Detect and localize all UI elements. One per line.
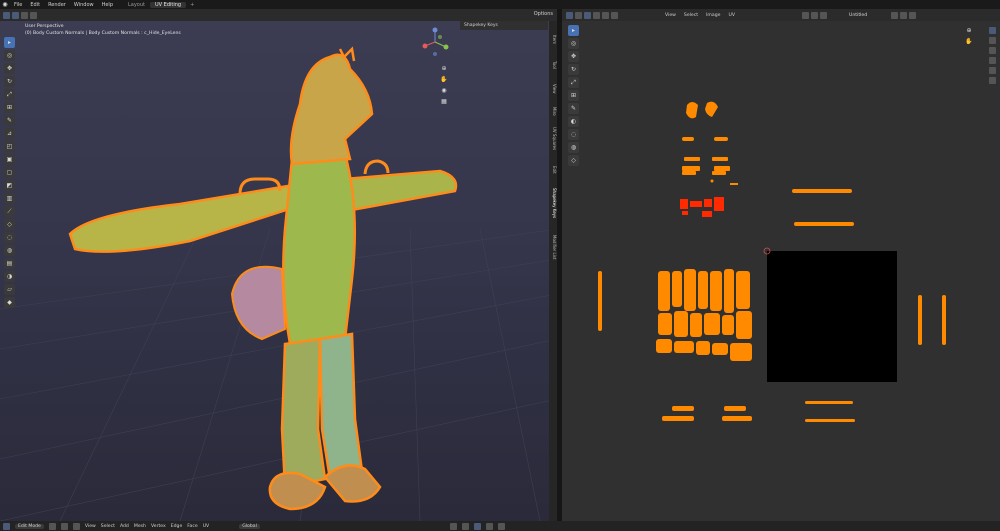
blender-logo-icon[interactable]: ◉: [0, 1, 10, 8]
knife-tool-icon[interactable]: ⟋: [4, 206, 15, 217]
navigation-gizmo[interactable]: [420, 27, 450, 57]
menu-bottom-select[interactable]: Select: [101, 524, 115, 529]
uv-canvas: [598, 101, 946, 422]
tab-layout[interactable]: Layout: [123, 2, 150, 8]
sidebar-tab-uv-squares[interactable]: UV Squares: [549, 121, 557, 157]
bevel-tool-icon[interactable]: ◩: [4, 180, 15, 191]
mode-dropdown[interactable]: Edit Mode: [15, 523, 44, 529]
tab-uv-editing[interactable]: UV Editing: [150, 1, 187, 8]
mesh-vertex-select-icon[interactable]: [48, 522, 56, 530]
uv-islands-body: [656, 269, 752, 361]
sidebar-tab-view[interactable]: View: [549, 79, 557, 99]
smooth-tool-icon[interactable]: ◍: [4, 245, 15, 256]
mesh-face-select-icon[interactable]: [72, 522, 80, 530]
3d-viewport[interactable]: Options Shapekey Keys User Perspective (…: [0, 9, 557, 521]
menu-edit[interactable]: Edit: [26, 2, 44, 8]
shear-tool-icon[interactable]: ▱: [4, 284, 15, 295]
sidebar-tab-tool[interactable]: Tool: [549, 55, 557, 75]
rip-tool-icon[interactable]: ◆: [4, 297, 15, 308]
scale-tool-icon[interactable]: ⤢: [4, 89, 15, 100]
sidebar-tab-item[interactable]: Item: [549, 29, 557, 51]
move-tool-icon[interactable]: ✥: [4, 63, 15, 74]
uv-editor[interactable]: View Select Image UV Untitled ▸ ◎ ✥ ↻ ⤢ …: [562, 9, 1000, 521]
menu-bottom-uv[interactable]: UV: [203, 524, 210, 529]
spin-tool-icon[interactable]: ◌: [4, 232, 15, 243]
cursor-tool-icon[interactable]: ◎: [4, 50, 15, 61]
xray-icon[interactable]: [461, 522, 469, 530]
extrude-tool-icon[interactable]: ▣: [4, 154, 15, 165]
shrink-tool-icon[interactable]: ◑: [4, 271, 15, 282]
shading-material-icon[interactable]: [485, 522, 493, 530]
rotate-tool-icon[interactable]: ↻: [4, 76, 15, 87]
uv-islands-feet: [662, 401, 855, 422]
orientation-dropdown[interactable]: Global: [239, 523, 260, 529]
inset-tool-icon[interactable]: ▢: [4, 167, 15, 178]
editor-mode-icon[interactable]: [3, 522, 10, 530]
grid-toggle-icon[interactable]: ▦: [440, 98, 448, 106]
menu-bottom-add[interactable]: Add: [120, 524, 129, 529]
pan-hand-icon[interactable]: ✋: [440, 76, 448, 84]
viewport-scene: [0, 46, 557, 521]
character-mesh: [68, 46, 458, 511]
sidebar-tab-modifier-list[interactable]: Modifier List: [549, 227, 557, 267]
viewport-toolbar: ▸ ◎ ✥ ↻ ⤢ ⊞ ✎ ⊿ ◰ ▣ ▢ ◩ ▥ ⟋ ◇ ◌ ◍ ▤ ◑ ▱ …: [4, 37, 16, 308]
select-tool-icon[interactable]: ▸: [4, 37, 15, 48]
top-menubar: ◉ File Edit Render Window Help Layout UV…: [0, 0, 1000, 9]
uv-image-area: [767, 251, 897, 382]
viewport-sidebar-tabs: Item Tool View Miro UV Squares Edit Shap…: [549, 21, 557, 521]
sidebar-tab-shapekey-keys[interactable]: Shapekey Keys: [549, 183, 557, 223]
camera-icon[interactable]: ◉: [440, 87, 448, 95]
menu-render[interactable]: Render: [44, 2, 70, 8]
menu-bottom-view[interactable]: View: [85, 524, 96, 529]
viewport-nav-buttons: ⊕ ✋ ◉ ▦: [440, 65, 448, 106]
menu-bottom-vertex[interactable]: Vertex: [151, 524, 166, 529]
sidebar-tab-edit[interactable]: Edit: [549, 161, 557, 179]
shading-solid-icon[interactable]: [473, 522, 481, 530]
menu-bottom-edge[interactable]: Edge: [171, 524, 183, 529]
annotate-tool-icon[interactable]: ✎: [4, 115, 15, 126]
edge-slide-tool-icon[interactable]: ▤: [4, 258, 15, 269]
menu-file[interactable]: File: [10, 2, 26, 8]
add-workspace-button[interactable]: +: [186, 2, 198, 8]
poly-build-tool-icon[interactable]: ◇: [4, 219, 15, 230]
add-cube-tool-icon[interactable]: ◰: [4, 141, 15, 152]
menu-window[interactable]: Window: [70, 2, 98, 8]
sidebar-tab-miro[interactable]: Miro: [549, 103, 557, 119]
loop-cut-tool-icon[interactable]: ▥: [4, 193, 15, 204]
menu-bottom-face[interactable]: Face: [187, 524, 197, 529]
menu-help[interactable]: Help: [98, 2, 117, 8]
overlay-icon[interactable]: [449, 522, 457, 530]
zoom-icon[interactable]: ⊕: [440, 65, 448, 73]
uv-islands-head: [682, 101, 738, 185]
uv-islands-selected: [680, 197, 724, 217]
menu-bottom-mesh[interactable]: Mesh: [134, 524, 146, 529]
bottom-header: Edit Mode View Select Add Mesh Vertex Ed…: [0, 521, 1000, 531]
transform-tool-icon[interactable]: ⊞: [4, 102, 15, 113]
mesh-edge-select-icon[interactable]: [60, 522, 68, 530]
measure-tool-icon[interactable]: ⊿: [4, 128, 15, 139]
shading-rendered-icon[interactable]: [497, 522, 505, 530]
